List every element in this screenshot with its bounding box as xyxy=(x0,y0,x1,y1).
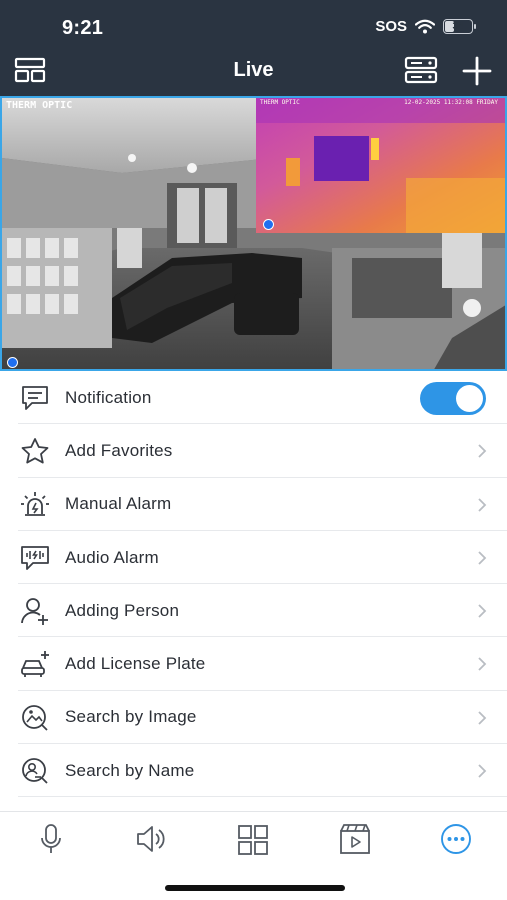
menu-item-label: Adding Person xyxy=(65,600,180,620)
header: 9:21 SOS 34 Live xyxy=(0,0,507,96)
menu-item-notification[interactable]: Notification xyxy=(0,371,507,425)
thermal-pip-view[interactable]: THERM OPTIC 12-02-2025 11:32:08 FRIDAY xyxy=(256,98,505,233)
audio-alarm-icon xyxy=(21,545,49,570)
menu-item-label: Audio Alarm xyxy=(65,547,159,567)
microphone-icon[interactable] xyxy=(34,822,68,856)
add-person-icon xyxy=(21,598,48,626)
siren-icon xyxy=(21,491,49,516)
status-time: 9:21 xyxy=(62,17,104,39)
image-search-icon xyxy=(22,704,48,731)
menu-item-add-favorites[interactable]: Add Favorites xyxy=(0,424,507,478)
chevron-right-icon xyxy=(478,764,487,778)
pip-camera-label: THERM OPTIC xyxy=(260,99,300,106)
status-icons: SOS 34 xyxy=(375,18,476,35)
battery-icon: 34 xyxy=(443,19,476,34)
chevron-right-icon xyxy=(478,551,487,565)
chevron-right-icon xyxy=(478,444,487,458)
menu-item-label: Search by Name xyxy=(65,760,195,780)
live-video-view[interactable]: THERM OPTIC THERM OPTIC 12-02-2025 11:32… xyxy=(0,96,507,371)
menu-item-label: Manual Alarm xyxy=(65,494,172,514)
notification-toggle[interactable] xyxy=(420,382,486,415)
bottom-toolbar xyxy=(0,812,507,868)
playback-icon[interactable] xyxy=(338,822,372,856)
menu-item-search-by-image[interactable]: Search by Image xyxy=(0,691,507,745)
channel-indicator xyxy=(7,357,18,368)
pip-channel-indicator xyxy=(263,219,274,230)
thermal-feed-image xyxy=(256,98,505,233)
star-icon xyxy=(21,438,49,464)
camera-label: THERM OPTIC xyxy=(6,100,73,111)
chat-icon xyxy=(22,386,48,410)
battery-level: 34 xyxy=(452,21,464,32)
menu-item-adding-person[interactable]: Adding Person xyxy=(0,584,507,638)
pip-timestamp: 12-02-2025 11:32:08 FRIDAY xyxy=(404,99,498,106)
menu-item-label: Add Favorites xyxy=(65,440,173,460)
chevron-right-icon xyxy=(478,497,487,512)
grid-icon[interactable] xyxy=(236,822,270,856)
name-search-icon xyxy=(22,758,48,784)
menu-item-add-license-plate[interactable]: Add License Plate xyxy=(0,637,507,692)
menu-item-label: Notification xyxy=(65,387,152,407)
sos-label: SOS xyxy=(375,18,407,35)
chevron-right-icon xyxy=(478,711,487,725)
chevron-right-icon xyxy=(478,657,487,672)
menu-item-label: Search by Image xyxy=(65,707,197,727)
menu-item-label: Add License Plate xyxy=(65,654,206,674)
device-list-icon[interactable] xyxy=(404,56,438,84)
plus-icon[interactable] xyxy=(461,55,493,87)
home-indicator xyxy=(165,885,345,891)
more-icon[interactable] xyxy=(439,822,473,856)
car-plus-icon xyxy=(21,651,49,678)
speaker-icon[interactable] xyxy=(134,822,168,856)
menu-item-audio-alarm[interactable]: Audio Alarm xyxy=(0,531,507,585)
menu-item-manual-alarm[interactable]: Manual Alarm xyxy=(0,478,507,532)
menu-item-search-by-name[interactable]: Search by Name xyxy=(0,744,507,798)
wifi-icon xyxy=(415,19,435,34)
chevron-right-icon xyxy=(478,604,487,618)
feature-menu: Notification Add Favorites Manual Alarm xyxy=(0,371,507,798)
